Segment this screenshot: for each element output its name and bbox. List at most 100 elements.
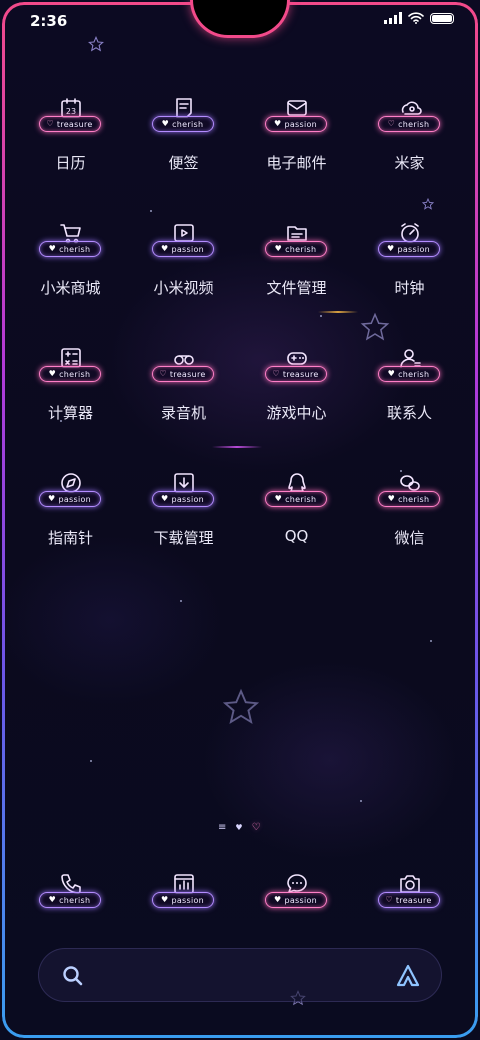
heart-icon: ♥ xyxy=(160,244,169,253)
app-gamepad[interactable]: ♡ treasure 游戏中心 xyxy=(240,344,353,469)
pill-tag-text: treasure xyxy=(395,895,432,905)
app-icon-badge: ♥ passion xyxy=(35,471,107,519)
app-icon-badge: ♡ treasure xyxy=(148,346,220,394)
status-time: 2:36 xyxy=(30,12,68,30)
heart-current-icon: ♡ xyxy=(251,822,261,833)
neon-pill-tag: ♥ passion xyxy=(264,892,327,908)
heart-icon: ♥ xyxy=(161,119,170,128)
pill-tag-text: treasure xyxy=(169,369,206,379)
neon-pill-tag: ♥ passion xyxy=(151,892,214,908)
heart-dot-icon: ♥ xyxy=(235,823,243,832)
pill-tag-text: passion xyxy=(171,244,205,254)
app-stats[interactable]: ♥ passion xyxy=(127,870,240,920)
status-icons xyxy=(384,12,454,24)
heart-icon: ♥ xyxy=(160,895,169,904)
app-icon-badge: ♡ treasure xyxy=(374,872,446,920)
search-bar[interactable] xyxy=(38,948,442,1002)
app-wechat[interactable]: ♥ cherish 微信 xyxy=(353,469,466,594)
app-grid: 23 ♡ treasure 日历 ♥ cherish 便签 ♥ passion 电子邮件 ♡ cher… xyxy=(14,94,466,594)
app-icon-badge: ♥ cherish xyxy=(35,221,107,269)
heart-icon: ♡ xyxy=(385,895,393,904)
menu-lines-icon: ≡ xyxy=(218,822,227,833)
neon-pill-tag: ♡ treasure xyxy=(38,116,101,132)
heart-icon: ♥ xyxy=(48,369,57,378)
app-phone[interactable]: ♥ cherish xyxy=(14,870,127,920)
assistant-icon[interactable] xyxy=(395,963,421,989)
heart-icon: ♥ xyxy=(387,369,396,378)
app-camera[interactable]: ♡ treasure xyxy=(353,870,466,920)
app-notes[interactable]: ♥ cherish 便签 xyxy=(127,94,240,219)
app-label: QQ xyxy=(284,527,309,545)
app-icon-badge: ♥ cherish xyxy=(374,346,446,394)
app-icon-badge: ♥ passion xyxy=(261,872,333,920)
app-contacts[interactable]: ♥ cherish 联系人 xyxy=(353,344,466,469)
app-calculator[interactable]: ♥ cherish 计算器 xyxy=(14,344,127,469)
pill-tag-text: cherish xyxy=(398,494,430,504)
app-label: 微信 xyxy=(394,529,425,547)
heart-icon: ♥ xyxy=(273,895,282,904)
app-icon-badge: ♥ cherish xyxy=(148,96,220,144)
app-compass[interactable]: ♥ passion 指南针 xyxy=(14,469,127,594)
neon-pill-tag: ♥ cherish xyxy=(151,116,214,132)
app-label: 联系人 xyxy=(386,404,432,422)
heart-icon: ♥ xyxy=(48,244,57,253)
pill-tag-text: cherish xyxy=(59,895,91,905)
app-label: 下载管理 xyxy=(153,529,214,547)
heart-icon: ♥ xyxy=(386,244,395,253)
app-mail[interactable]: ♥ passion 电子邮件 xyxy=(240,94,353,219)
pill-tag-text: cherish xyxy=(398,369,430,379)
neon-pill-tag: ♥ cherish xyxy=(377,491,440,507)
pill-tag-text: passion xyxy=(58,494,92,504)
star-dot xyxy=(180,600,182,602)
neon-pill-tag: ♥ cherish xyxy=(264,241,327,257)
app-clock[interactable]: ♥ passion 时钟 xyxy=(353,219,466,344)
neon-pill-tag: ♥ passion xyxy=(377,241,440,257)
neon-pill-tag: ♥ passion xyxy=(264,116,327,132)
signal-icon xyxy=(384,12,402,24)
app-icon-badge: ♥ passion xyxy=(148,471,220,519)
app-icon-badge: ♥ passion xyxy=(261,96,333,144)
page-indicator[interactable]: ≡ ♥ ♡ xyxy=(218,822,261,833)
neon-pill-tag: ♡ treasure xyxy=(377,892,440,908)
app-smart-home[interactable]: ♡ cherish 米家 xyxy=(353,94,466,219)
app-label: 米家 xyxy=(394,154,425,172)
pill-tag-text: cherish xyxy=(59,244,91,254)
app-qq[interactable]: ♥ cherish QQ xyxy=(240,469,353,594)
app-recorder[interactable]: ♡ treasure 录音机 xyxy=(127,344,240,469)
heart-icon: ♥ xyxy=(160,494,169,503)
neon-pill-tag: ♥ cherish xyxy=(38,892,101,908)
neon-pill-tag: ♡ treasure xyxy=(151,366,214,382)
calendar-day: 23 xyxy=(65,107,75,116)
star-dot xyxy=(90,760,92,762)
app-label: 录音机 xyxy=(160,404,206,422)
search-icon[interactable] xyxy=(61,964,85,988)
app-icon-badge: ♥ passion xyxy=(148,872,220,920)
pill-tag-text: passion xyxy=(171,895,205,905)
app-folder[interactable]: ♥ cherish 文件管理 xyxy=(240,219,353,344)
heart-icon: ♥ xyxy=(274,494,283,503)
neon-pill-tag: ♥ passion xyxy=(151,491,214,507)
heart-icon: ♡ xyxy=(272,369,280,378)
app-icon-badge: ♥ cherish xyxy=(261,221,333,269)
heart-icon: ♥ xyxy=(273,119,282,128)
pill-tag-text: cherish xyxy=(59,369,91,379)
pill-tag-text: passion xyxy=(284,119,318,129)
app-download[interactable]: ♥ passion 下载管理 xyxy=(127,469,240,594)
app-icon-badge: ♥ passion xyxy=(374,221,446,269)
pill-tag-text: passion xyxy=(397,244,431,254)
pill-tag-text: cherish xyxy=(172,119,204,129)
app-icon-badge: ♥ cherish xyxy=(261,471,333,519)
app-video[interactable]: ♥ passion 小米视频 xyxy=(127,219,240,344)
app-icon-badge: ♥ cherish xyxy=(374,471,446,519)
app-label: 日历 xyxy=(55,154,86,172)
app-messages[interactable]: ♥ passion xyxy=(240,870,353,920)
heart-icon: ♡ xyxy=(387,119,396,128)
pill-tag-text: passion xyxy=(171,494,205,504)
app-calendar[interactable]: 23 ♡ treasure 日历 xyxy=(14,94,127,219)
pill-tag-text: cherish xyxy=(285,244,317,254)
app-shopping-cart[interactable]: ♥ cherish 小米商城 xyxy=(14,219,127,344)
neon-pill-tag: ♥ cherish xyxy=(38,241,101,257)
dock: ♥ cherish ♥ passion ♥ passion ♡ treasure xyxy=(14,870,466,920)
star-dot xyxy=(360,800,362,802)
app-label: 游戏中心 xyxy=(266,404,327,422)
